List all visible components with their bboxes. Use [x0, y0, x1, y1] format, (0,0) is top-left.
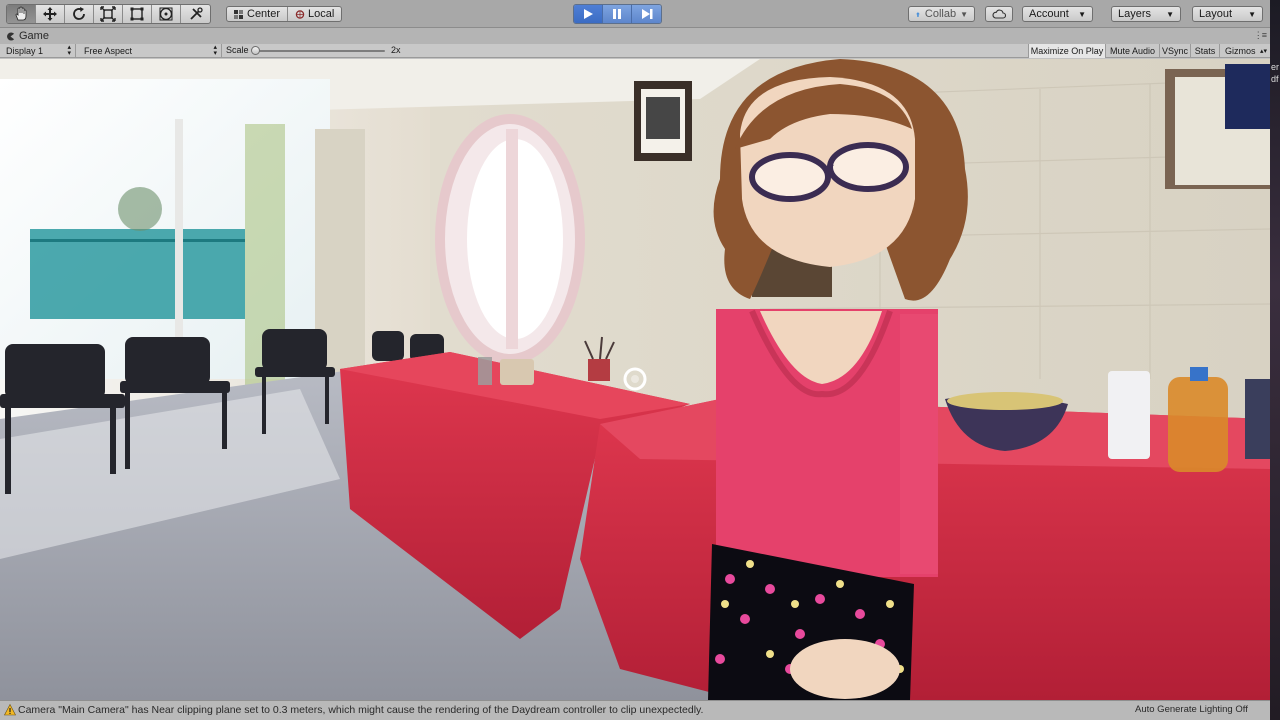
transform-tools — [6, 4, 211, 24]
account-dropdown[interactable]: Account ▼ — [1022, 6, 1093, 22]
vsync-toggle[interactable]: VSync — [1159, 44, 1190, 58]
edge-text: er — [1271, 62, 1280, 72]
pivot-toggle-group: Center Local — [226, 6, 343, 22]
pivot-local-button[interactable]: Local — [288, 7, 341, 21]
rect-tool-button[interactable] — [123, 5, 152, 23]
lighting-status: Auto Generate Lighting Off — [1135, 704, 1248, 715]
tools-icon — [189, 7, 203, 20]
local-space-icon — [295, 9, 305, 19]
playback-controls — [573, 4, 662, 24]
scene-render — [0, 59, 1270, 700]
chevron-down-icon: ▼ — [1078, 9, 1086, 19]
scale-label: Scale — [226, 45, 249, 55]
vsync-label: VSync — [1161, 46, 1188, 56]
account-label: Account — [1029, 8, 1069, 20]
tab-options-icon[interactable]: ⋮≡ — [1254, 30, 1267, 41]
scale-slider-track[interactable] — [255, 50, 385, 52]
maximize-on-play-toggle[interactable]: Maximize On Play — [1028, 44, 1105, 58]
aspect-dropdown[interactable]: Free Aspect ▴ ▾ — [78, 44, 222, 58]
stats-label: Stats — [1194, 46, 1216, 56]
layers-label: Layers — [1118, 8, 1152, 20]
warning-icon — [4, 704, 16, 716]
move-tool-button[interactable] — [36, 5, 65, 23]
collab-upload-icon — [916, 11, 920, 17]
updown-arrows-icon: ▴▾ — [213, 44, 217, 57]
stats-toggle[interactable]: Stats — [1190, 44, 1219, 58]
game-view-controls: Display 1 ▴ ▾ Free Aspect ▴ ▾ Scale 2x Max… — [0, 44, 1270, 58]
edge-text: df — [1271, 74, 1279, 84]
scale-tool-button[interactable] — [94, 5, 123, 23]
layers-dropdown[interactable]: Layers ▼ — [1111, 6, 1181, 22]
transform-tool-button[interactable] — [152, 5, 181, 23]
console-status-bar[interactable]: Camera "Main Camera" has Near clipping p… — [0, 700, 1270, 720]
mute-audio-label: Mute Audio — [1109, 46, 1156, 56]
pause-button[interactable] — [603, 5, 632, 23]
rotate-tool-button[interactable] — [65, 5, 94, 23]
juice-bottle — [1168, 377, 1228, 472]
gizmos-label: Gizmos — [1225, 46, 1256, 56]
pivot-local-label: Local — [308, 8, 335, 20]
chevron-down-icon: ▼ — [1166, 9, 1174, 19]
tab-game-label: Game — [19, 30, 49, 42]
display-dropdown[interactable]: Display 1 ▴ ▾ — [0, 44, 76, 58]
layout-dropdown[interactable]: Layout ▼ — [1192, 6, 1263, 22]
rotate-icon — [73, 7, 85, 20]
mute-audio-toggle[interactable]: Mute Audio — [1105, 44, 1159, 58]
game-viewport[interactable] — [0, 59, 1270, 700]
cloud-icon — [992, 9, 1006, 19]
pivot-center-button[interactable]: Center — [227, 7, 289, 21]
gizmos-dropdown[interactable]: Gizmos ▴▾ — [1219, 44, 1270, 58]
game-tab-strip: Game ⋮≡ — [0, 28, 1270, 44]
cloud-services-button[interactable] — [985, 6, 1013, 22]
chevron-down-icon: ▼ — [1248, 9, 1256, 19]
custom-tool-button[interactable] — [181, 5, 210, 23]
scale-value: 2x — [391, 45, 401, 55]
play-button[interactable] — [574, 5, 603, 23]
hand-tool-button[interactable] — [7, 5, 36, 23]
layout-label: Layout — [1199, 8, 1233, 20]
rect-transform-icon — [130, 7, 144, 21]
teal-fence — [30, 229, 245, 319]
pause-icon — [613, 9, 621, 19]
play-icon — [584, 9, 593, 19]
maximize-on-play-label: Maximize On Play — [1030, 46, 1104, 56]
step-button[interactable] — [632, 5, 661, 23]
console-warning-message[interactable]: Camera "Main Camera" has Near clipping p… — [18, 704, 703, 716]
combined-transform-icon — [159, 7, 173, 21]
move-icon — [43, 7, 57, 21]
hand-icon — [15, 6, 27, 21]
chevron-down-icon: ▼ — [960, 9, 968, 19]
tab-game[interactable]: Game — [6, 29, 49, 43]
adjacent-window-edge: er df — [1270, 0, 1280, 720]
scale-icon — [100, 6, 116, 22]
updown-arrows-icon: ▴▾ — [1259, 48, 1267, 55]
pivot-center-label: Center — [247, 8, 281, 20]
scale-slider-thumb[interactable] — [251, 46, 260, 55]
game-pacman-icon — [7, 31, 15, 41]
collab-dropdown[interactable]: Collab ▼ — [908, 6, 975, 22]
display-value: Display 1 — [6, 46, 44, 56]
main-toolbar: Center Local Collab ▼ Account ▼ Layers ▼… — [0, 0, 1280, 28]
updown-arrows-icon: ▴▾ — [67, 44, 71, 57]
cup-stack — [1108, 371, 1150, 459]
pivot-center-icon — [234, 9, 243, 19]
aspect-value: Free Aspect — [84, 46, 133, 56]
step-icon — [641, 9, 652, 19]
collab-label: Collab — [924, 8, 957, 20]
